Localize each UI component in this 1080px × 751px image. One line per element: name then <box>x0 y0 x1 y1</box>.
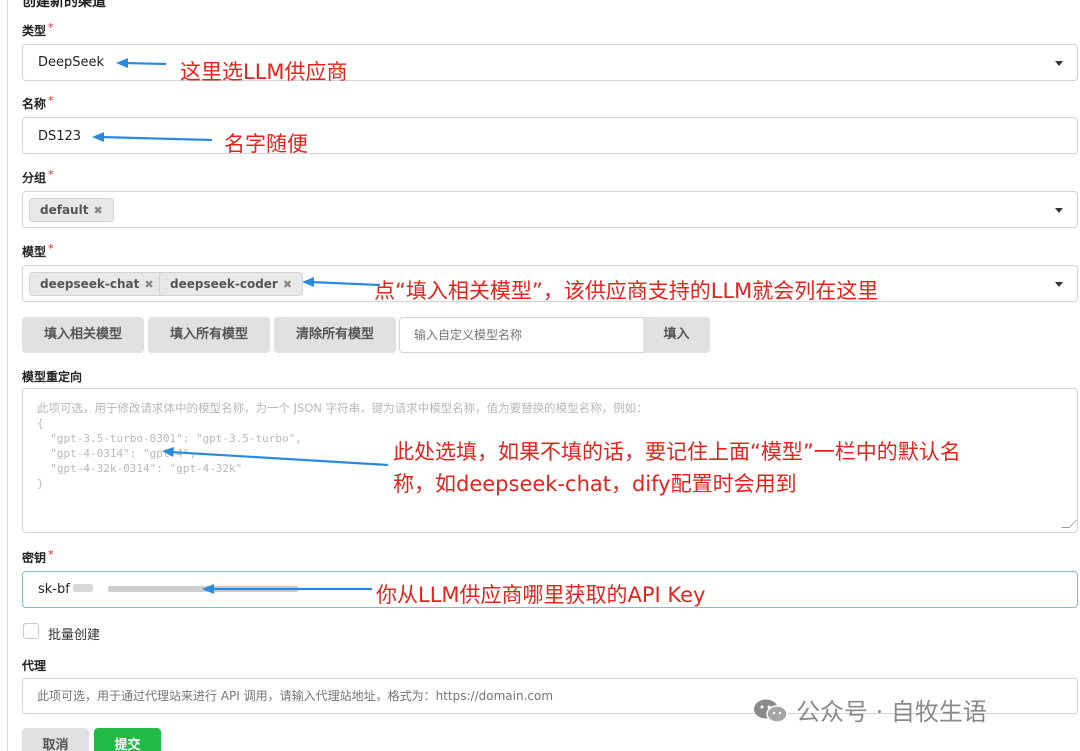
required-mark: * <box>48 548 54 561</box>
type-label: 类型 * <box>22 21 54 38</box>
dropdown-caret-icon <box>1055 208 1063 213</box>
redacted-key <box>73 584 93 592</box>
form-heading: 创建新的渠道 <box>22 0 106 10</box>
arrow-to-name <box>92 132 213 142</box>
batch-create-label: 批量创建 <box>48 628 101 643</box>
fill-custom-model-button[interactable]: 填入 <box>643 317 710 353</box>
name-label: 名称 * <box>22 94 54 111</box>
batch-create-checkbox[interactable] <box>23 623 39 639</box>
proxy-label: 代理 <box>22 659 47 673</box>
name-value: DS123 <box>38 129 82 144</box>
type-value: DeepSeek <box>38 55 105 70</box>
type-annotation: 这里选LLM供应商 <box>180 60 348 84</box>
fill-related-models-button[interactable]: 填入相关模型 <box>22 317 144 353</box>
clear-all-models-button[interactable]: 清除所有模型 <box>274 317 396 353</box>
name-annotation: 名字随便 <box>224 132 308 156</box>
key-value: sk-bf <box>38 582 70 597</box>
model-chip[interactable]: deepseek-coder ✖ <box>159 272 304 296</box>
mapping-annotation-line2: 称，如deepseek-chat，dify配置时会用到 <box>393 472 797 496</box>
required-mark: * <box>48 21 54 34</box>
key-annotation: 你从LLM供应商哪里获取的API Key <box>376 583 706 607</box>
resize-handle-icon[interactable] <box>1061 520 1077 528</box>
remove-chip-icon[interactable]: ✖ <box>93 204 102 217</box>
dropdown-caret-icon <box>1055 282 1063 287</box>
arrow-to-models <box>302 277 381 287</box>
mapping-annotation-line1: 此处选填，如果不填的话，要记住上面“模型”一栏中的默认名 <box>393 440 961 464</box>
arrow-to-type <box>116 58 167 68</box>
submit-button[interactable]: 提交 <box>94 728 161 751</box>
model-chip[interactable]: deepseek-chat ✖ <box>29 272 165 296</box>
required-mark: * <box>48 94 54 107</box>
models-label: 模型 * <box>22 242 54 259</box>
remove-chip-icon[interactable]: ✖ <box>283 278 292 291</box>
group-select[interactable]: default ✖ <box>22 191 1078 228</box>
page-left-border <box>7 0 8 751</box>
group-chip[interactable]: default ✖ <box>29 198 114 222</box>
wechat-icon <box>754 699 788 723</box>
arrow-to-key <box>202 584 372 594</box>
group-label: 分组 * <box>22 168 54 185</box>
model-mapping-label: 模型重定向 <box>22 370 83 384</box>
watermark-text: 公众号 · 自牧生语 <box>796 698 987 726</box>
models-annotation: 点“填入相关模型”，该供应商支持的LLM就会列在这里 <box>374 279 879 303</box>
key-label: 密钥 * <box>22 548 54 565</box>
fill-all-models-button[interactable]: 填入所有模型 <box>148 317 270 353</box>
custom-model-input[interactable] <box>399 317 643 353</box>
remove-chip-icon[interactable]: ✖ <box>144 278 153 291</box>
cancel-button[interactable]: 取消 <box>22 728 89 751</box>
dropdown-caret-icon <box>1055 61 1063 66</box>
required-mark: * <box>48 168 54 181</box>
arrow-to-mapping <box>162 447 389 467</box>
required-mark: * <box>48 242 54 255</box>
